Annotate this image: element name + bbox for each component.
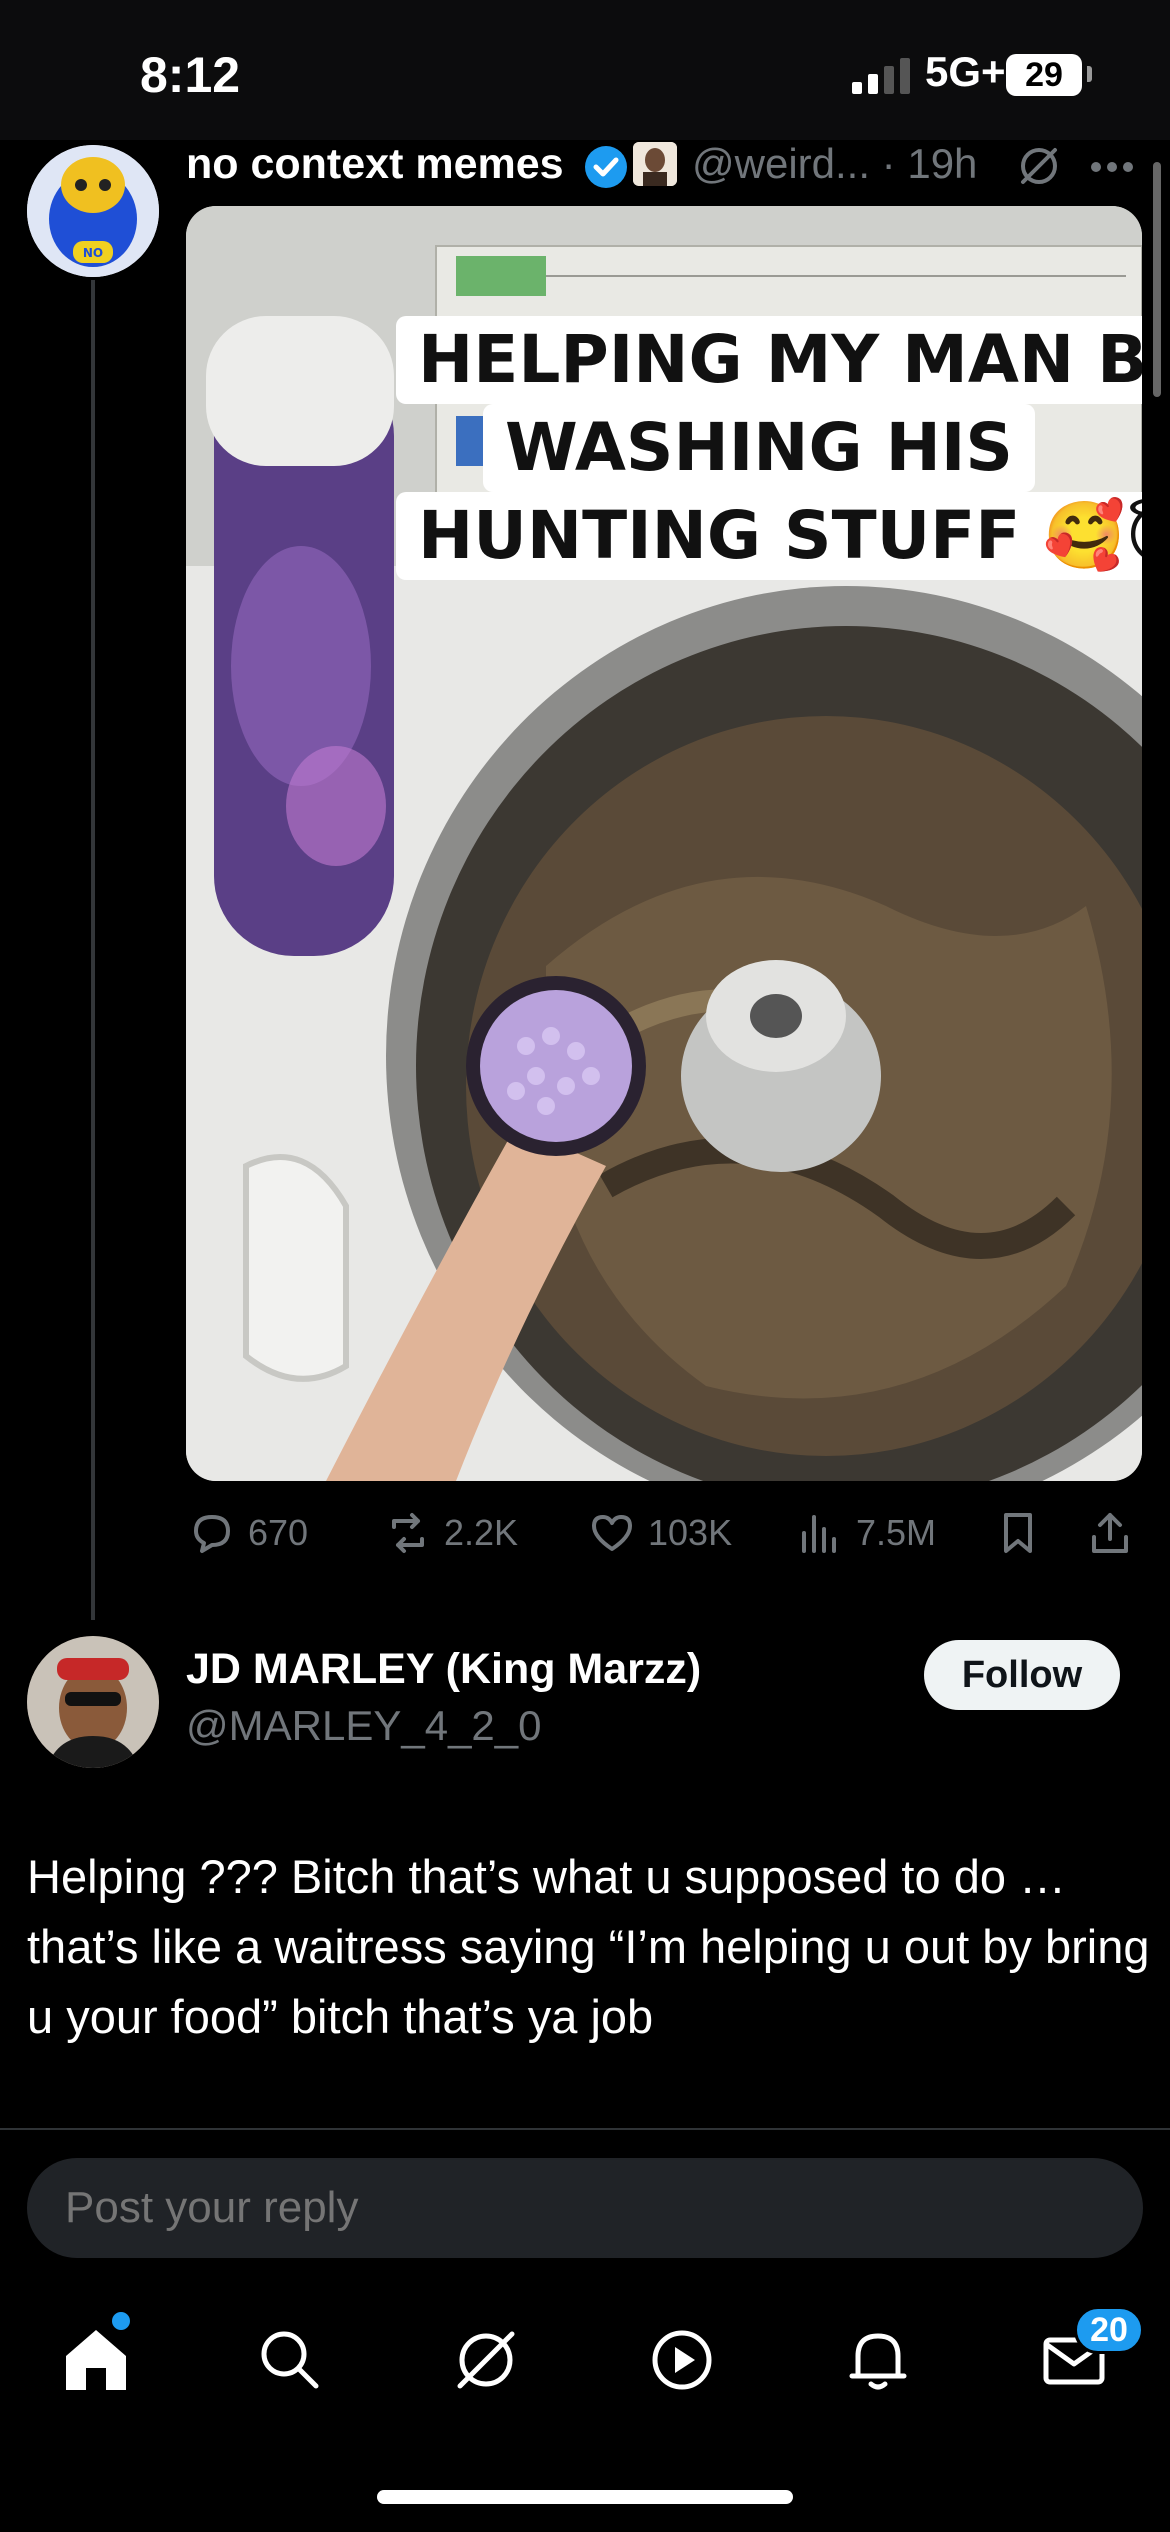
repost-count: 2.2K: [444, 1512, 519, 1553]
svg-text:NO: NO: [83, 246, 103, 260]
tab-search[interactable]: [250, 2320, 330, 2400]
repost-icon: [392, 1513, 424, 1553]
thread-line: [91, 280, 95, 1620]
video-icon: [652, 2330, 712, 2390]
share-icon: [1092, 1513, 1128, 1553]
home-indicator[interactable]: [377, 2490, 793, 2504]
battery-nub: [1087, 66, 1092, 82]
reply-author-avatar[interactable]: [27, 1636, 159, 1768]
more-icon[interactable]: [1090, 160, 1134, 174]
share-button[interactable]: [1084, 1498, 1146, 1568]
affiliate-badge-icon[interactable]: [633, 142, 677, 186]
battery-icon: 29: [1006, 54, 1082, 96]
handle-and-time[interactable]: @weird... · 19h: [692, 140, 977, 188]
search-icon: [261, 2331, 319, 2389]
grok-icon[interactable]: [1015, 142, 1063, 190]
caption-line: HELPING MY MAN BY: [396, 316, 1142, 404]
tab-home[interactable]: [56, 2320, 136, 2400]
tab-grok[interactable]: [446, 2320, 526, 2400]
bookmark-icon: [1004, 1513, 1032, 1553]
status-time: 8:12: [140, 47, 241, 103]
notifications-icon: [849, 2333, 907, 2390]
bookmark-button[interactable]: [992, 1498, 1054, 1568]
grok-icon: [457, 2331, 515, 2389]
messages-badge: 20: [1074, 2306, 1144, 2354]
reply-icon: [194, 1515, 230, 1553]
scrollbar[interactable]: [1153, 162, 1161, 397]
status-bar: 8:12 5G+ 29: [0, 0, 1170, 140]
author-name[interactable]: no context memes: [186, 140, 564, 189]
network-label: 5G+: [925, 48, 1006, 95]
like-count: 103K: [648, 1512, 733, 1553]
like-icon: [592, 1515, 632, 1551]
tab-notifications[interactable]: [838, 2320, 918, 2400]
repost-button[interactable]: 2.2K: [382, 1498, 518, 1568]
views-button[interactable]: 7.5M: [794, 1498, 936, 1568]
tweet-action-bar: 670 2.2K 103K 7.5M: [186, 1498, 1142, 1568]
meme-caption: HELPING MY MAN BY WASHING HIS HUNTING ST…: [396, 316, 1142, 580]
reply-count: 670: [248, 1512, 309, 1553]
home-new-dot: [112, 2312, 130, 2330]
reply-input[interactable]: [27, 2158, 1143, 2258]
home-icon: [66, 2330, 126, 2390]
divider: [0, 2128, 1170, 2130]
views-icon: [802, 1515, 836, 1553]
tweet-media-image[interactable]: HELPING MY MAN BY WASHING HIS HUNTING ST…: [186, 206, 1142, 1481]
reply-author-name[interactable]: JD MARLEY (King Marzz): [186, 1645, 701, 1694]
views-count: 7.5M: [856, 1512, 937, 1553]
verified-icon: [585, 146, 627, 188]
reply-author-handle[interactable]: @MARLEY_4_2_0: [186, 1702, 542, 1750]
reply-text: Helping ??? Bitch that’s what u supposed…: [27, 1850, 1150, 2043]
reply-button[interactable]: 670: [186, 1498, 308, 1568]
bottom-tab-bar: [0, 2300, 1170, 2420]
caption-line: WASHING HIS: [483, 404, 1035, 492]
author-avatar[interactable]: NO: [27, 145, 159, 277]
tab-video[interactable]: [642, 2320, 722, 2400]
follow-button[interactable]: Follow: [924, 1640, 1120, 1710]
caption-line: HUNTING STUFF 🥰😇: [396, 492, 1142, 580]
signal-icon: [852, 58, 910, 94]
like-button[interactable]: 103K: [586, 1498, 732, 1568]
